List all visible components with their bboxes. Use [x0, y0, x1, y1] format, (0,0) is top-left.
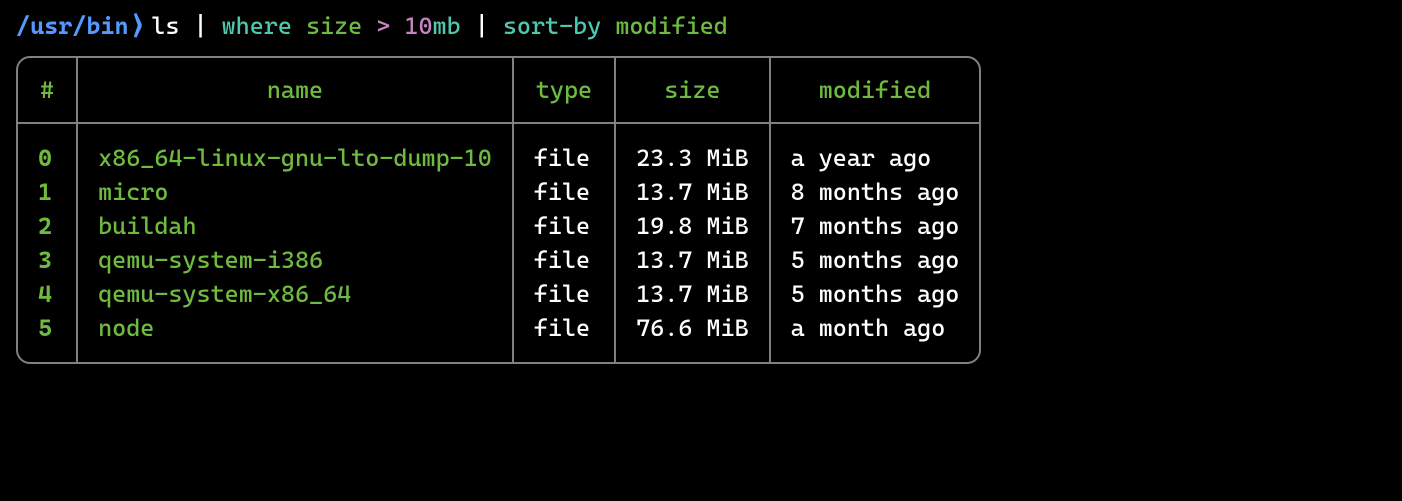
cmd-token: |	[475, 12, 489, 40]
cell-size: 23.3 MiB	[615, 123, 770, 175]
header-modified: modified	[770, 58, 980, 123]
prompt-separator-icon: ⟩	[131, 12, 146, 42]
prompt-line[interactable]: /usr/bin ⟩ ls | where size > 10mb | sort…	[16, 12, 1386, 42]
cmd-token	[292, 12, 306, 40]
cmd-token	[208, 12, 222, 40]
cell-name: micro	[77, 175, 513, 209]
cell-index: 4	[18, 277, 77, 311]
cell-type: file	[513, 311, 615, 362]
prompt-command: ls | where size > 10mb | sort-by modifie…	[151, 12, 728, 40]
cell-modified: 5 months ago	[770, 243, 980, 277]
header-type: type	[513, 58, 615, 123]
cell-type: file	[513, 243, 615, 277]
cmd-token: size	[306, 12, 362, 40]
cmd-token	[362, 12, 376, 40]
cell-modified: a month ago	[770, 311, 980, 362]
cell-index: 0	[18, 123, 77, 175]
table-row: 1microfile13.7 MiB8 months ago	[18, 175, 979, 209]
cell-size: 76.6 MiB	[615, 311, 770, 362]
prompt-path: /usr/bin	[16, 12, 129, 40]
cmd-token: sort-by	[503, 12, 601, 40]
cell-type: file	[513, 277, 615, 311]
cell-modified: 8 months ago	[770, 175, 980, 209]
table-row: 4qemu-system-x86_64file13.7 MiB5 months …	[18, 277, 979, 311]
cmd-token: 10	[404, 12, 432, 40]
cell-type: file	[513, 175, 615, 209]
cmd-token: ls	[151, 12, 179, 40]
cell-size: 13.7 MiB	[615, 277, 770, 311]
cell-type: file	[513, 209, 615, 243]
cell-index: 5	[18, 311, 77, 362]
table-row: 5nodefile76.6 MiBa month ago	[18, 311, 979, 362]
cell-size: 19.8 MiB	[615, 209, 770, 243]
cmd-token	[390, 12, 404, 40]
cmd-token	[179, 12, 193, 40]
cell-modified: 5 months ago	[770, 277, 980, 311]
cmd-token	[461, 12, 475, 40]
table-row: 3qemu-system-i386file13.7 MiB5 months ag…	[18, 243, 979, 277]
header-name: name	[77, 58, 513, 123]
cmd-token	[601, 12, 615, 40]
output-table: # name type size modified 0x86_64-linux-…	[16, 56, 981, 364]
cell-size: 13.7 MiB	[615, 243, 770, 277]
cell-type: file	[513, 123, 615, 175]
cell-modified: 7 months ago	[770, 209, 980, 243]
cell-index: 2	[18, 209, 77, 243]
cell-size: 13.7 MiB	[615, 175, 770, 209]
header-size: size	[615, 58, 770, 123]
table-header-row: # name type size modified	[18, 58, 979, 123]
cmd-token: >	[376, 12, 390, 40]
cmd-token: mb	[433, 12, 461, 40]
header-index: #	[18, 58, 77, 123]
cell-name: qemu-system-x86_64	[77, 277, 513, 311]
cell-modified: a year ago	[770, 123, 980, 175]
cmd-token: modified	[615, 12, 728, 40]
table-row: 0x86_64-linux-gnu-lto-dump-10file23.3 Mi…	[18, 123, 979, 175]
cmd-token	[489, 12, 503, 40]
table-row: 2buildahfile19.8 MiB7 months ago	[18, 209, 979, 243]
cell-name: node	[77, 311, 513, 362]
cmd-token: where	[222, 12, 292, 40]
cell-index: 3	[18, 243, 77, 277]
cell-index: 1	[18, 175, 77, 209]
cell-name: buildah	[77, 209, 513, 243]
cmd-token: |	[193, 12, 207, 40]
cell-name: x86_64-linux-gnu-lto-dump-10	[77, 123, 513, 175]
cell-name: qemu-system-i386	[77, 243, 513, 277]
